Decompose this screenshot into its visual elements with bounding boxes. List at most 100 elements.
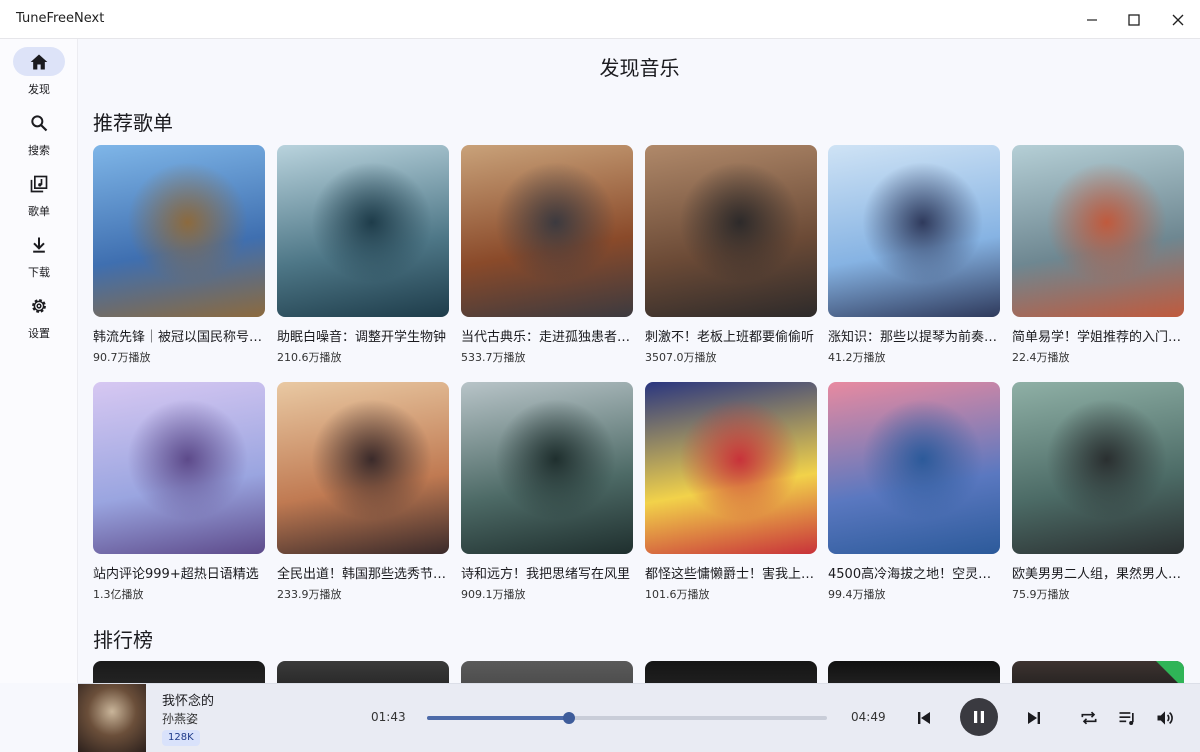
nav-pill [13,291,65,320]
close-button[interactable] [1158,0,1198,39]
page-title: 发现音乐 [599,56,680,80]
chart-cover[interactable] [828,661,1000,683]
sidebar-item-label: 发现 [28,83,50,96]
playlist-title[interactable]: 站内评论999+超热日语精选 [93,563,265,582]
playlist-title[interactable]: 全民出道！韩国那些选秀节目里的歌 [277,563,449,582]
sidebar-item-settings[interactable]: 设置 [0,283,78,340]
playlist-title[interactable]: 简单易学！学姐推荐的入门歌曲 [1012,326,1184,345]
minimize-button[interactable] [1072,0,1112,39]
playlist-play-count: 41.2万播放 [828,351,886,364]
playlist-cover[interactable] [93,145,265,317]
playlist-card[interactable]: 涨知识：那些以提琴为前奏的歌 41.2万播放 [828,145,1000,365]
chart-cover[interactable] [461,661,633,683]
playlist-cover[interactable] [93,382,265,554]
next-button[interactable] [1022,706,1046,730]
maximize-button[interactable] [1114,0,1154,39]
playlist-card[interactable]: 诗和远方！我把思绪写在风里 909.1万播放 [461,382,633,602]
playlist-title[interactable]: 韩流先锋｜被冠以国民称号的韩国歌手 [93,326,265,345]
pause-icon [974,711,984,723]
nav-pill [13,169,65,198]
total-time: 04:49 [851,710,886,724]
playlist-play-count: 1.3亿播放 [93,588,144,601]
playlist-title[interactable]: 4500高冷海拔之地！空灵女声 [828,563,1000,582]
playlist-title[interactable]: 欧美男男二人组，果然男人最懂男人 [1012,563,1184,582]
playlist-title[interactable]: 诗和远方！我把思绪写在风里 [461,563,633,582]
playlist-cover[interactable] [645,382,817,554]
playlist-title[interactable]: 涨知识：那些以提琴为前奏的歌 [828,326,1000,345]
search-icon [31,114,48,131]
playlist-card[interactable]: 4500高冷海拔之地！空灵女声 99.4万播放 [828,382,1000,602]
nav-pill [13,108,65,137]
playlist-icon [30,175,48,192]
queue-icon [1119,712,1134,725]
chart-cover[interactable] [277,661,449,683]
chart-cover[interactable] [645,661,817,683]
playlist-title[interactable]: 助眠白噪音：调整开学生物钟 [277,326,449,345]
volume-icon [1157,711,1173,725]
playlist-cover[interactable] [277,145,449,317]
sidebar-item-label: 搜索 [28,144,50,157]
sidebar-item-search[interactable]: 搜索 [0,100,78,157]
previous-button[interactable] [912,706,936,730]
playlist-card[interactable]: 站内评论999+超热日语精选 1.3亿播放 [93,382,265,602]
playlist-play-count: 233.9万播放 [277,588,342,601]
playlist-play-count: 90.7万播放 [93,351,151,364]
sidebar-item-label: 设置 [28,327,50,340]
nav-pill [13,47,65,76]
app-title: TuneFreeNext [16,11,105,26]
playlist-play-count: 3507.0万播放 [645,351,717,364]
playlist-title[interactable]: 刺激不！老板上班都要偷偷听 [645,326,817,345]
playlist-play-count: 101.6万播放 [645,588,710,601]
playlist-play-count: 533.7万播放 [461,351,526,364]
volume-button[interactable] [1153,706,1177,730]
playlist-card[interactable]: 助眠白噪音：调整开学生物钟 210.6万播放 [277,145,449,365]
playlist-cover[interactable] [1012,382,1184,554]
chart-cover[interactable] [1012,661,1184,683]
playlist-play-count: 99.4万播放 [828,588,886,601]
home-icon [30,54,48,69]
playlist-card[interactable]: 全民出道！韩国那些选秀节目里的歌 233.9万播放 [277,382,449,602]
playlist-cover[interactable] [277,382,449,554]
playlist-cover[interactable] [645,145,817,317]
playlist-play-count: 75.9万播放 [1012,588,1070,601]
sidebar-item-downloads[interactable]: 下载 [0,222,78,279]
playlist-card[interactable]: 刺激不！老板上班都要偷偷听 3507.0万播放 [645,145,817,365]
playlist-card[interactable]: 当代古典乐：走进孤独患者的内心 533.7万播放 [461,145,633,365]
playlist-cover[interactable] [461,145,633,317]
playlist-card[interactable]: 欧美男男二人组，果然男人最懂男人 75.9万播放 [1012,382,1184,602]
gear-icon [32,298,46,313]
playlist-card[interactable]: 韩流先锋｜被冠以国民称号的韩国歌手 90.7万播放 [93,145,265,365]
playlist-cover[interactable] [828,382,1000,554]
sidebar-item-label: 歌单 [28,205,50,218]
chart-cover[interactable] [93,661,265,683]
sidebar-item-playlists[interactable]: 歌单 [0,161,78,218]
progress-thumb[interactable] [563,712,575,724]
maximize-icon [1128,13,1140,26]
playlist-card[interactable]: 简单易学！学姐推荐的入门歌曲 22.4万播放 [1012,145,1184,365]
playlist-cover[interactable] [828,145,1000,317]
section-title-recommended: 推荐歌单 [93,111,173,135]
now-playing-cover[interactable] [78,684,146,752]
playlist-play-count: 22.4万播放 [1012,351,1070,364]
repeat-icon [1081,711,1097,725]
playlist-title[interactable]: 都怪这些慵懒爵士！害我上班迟到 [645,563,817,582]
progress-slider[interactable] [427,712,827,724]
playlist-cover[interactable] [1012,145,1184,317]
pause-button[interactable] [960,698,998,736]
playlist-card[interactable]: 都怪这些慵懒爵士！害我上班迟到 101.6万播放 [645,382,817,602]
song-artist[interactable]: 孙燕姿 [162,710,198,727]
sidebar: 发现 搜索 歌单 下载 设置 [0,39,78,683]
playlist-cover[interactable] [461,382,633,554]
minimize-icon [1087,18,1097,21]
previous-icon [918,712,930,724]
download-icon [33,237,45,253]
player-bar: 我怀念的 孙燕姿 128K 01:43 04:49 [78,683,1200,752]
queue-button[interactable] [1115,706,1139,730]
current-time: 01:43 [371,710,406,724]
repeat-button[interactable] [1077,706,1101,730]
playlist-title[interactable]: 当代古典乐：走进孤独患者的内心 [461,326,633,345]
progress-fill [427,716,569,720]
close-icon [1172,14,1184,25]
sidebar-item-discover[interactable]: 发现 [0,39,78,96]
nav-pill [13,230,65,259]
